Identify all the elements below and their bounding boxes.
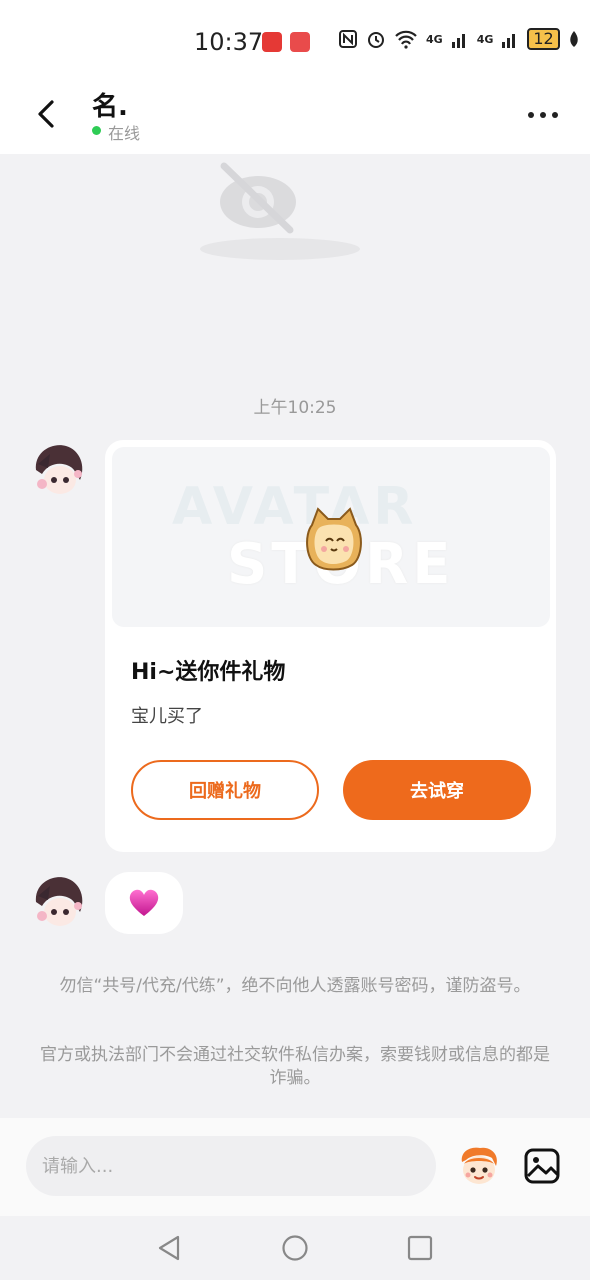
signal-1-label: 4G <box>426 32 443 46</box>
gift-banner: AVATAR STORE <box>112 447 550 627</box>
nfc-icon <box>339 30 357 48</box>
shop-app-icon <box>290 32 310 52</box>
gift-card-description: 宝儿买了 <box>131 706 203 727</box>
avatar-image <box>28 872 90 934</box>
video-app-icon <box>262 32 282 52</box>
status-time: 10:37 <box>194 28 264 56</box>
battery-indicator: 12 <box>527 28 560 50</box>
safety-notice: 勿信“共号/代充/代练”，绝不向他人透露账号密码，谨防盗号。 <box>59 976 531 996</box>
nav-home-icon[interactable] <box>281 1234 309 1262</box>
alarm-icon <box>368 32 384 48</box>
image-icon[interactable] <box>524 1148 560 1184</box>
signal-1-icon <box>451 34 465 48</box>
try-on-button[interactable]: 去试穿 <box>343 760 531 820</box>
online-status-text: 在线 <box>108 124 141 143</box>
cat-bread-icon <box>306 507 362 571</box>
return-gift-button[interactable]: 回赠礼物 <box>131 760 319 820</box>
contact-name: 名. <box>92 92 128 122</box>
back-arrow-icon[interactable] <box>30 96 62 132</box>
banner-watermark: AVATAR <box>172 477 418 537</box>
wifi-icon <box>395 30 417 49</box>
sender-avatar[interactable] <box>28 440 90 502</box>
safety-notice: 官方或执法部门不会通过社交软件私信办案，索要钱财或信息的都是诈骗。 <box>40 1045 550 1088</box>
eye-shadow <box>200 238 360 260</box>
online-status-dot <box>92 126 101 135</box>
message-timestamp: 上午10:25 <box>253 398 337 418</box>
heart-icon <box>129 889 159 916</box>
message-input[interactable] <box>26 1136 436 1196</box>
more-icon[interactable] <box>528 105 562 125</box>
heart-message-bubble[interactable]: 💗 <box>105 872 183 934</box>
sender-avatar[interactable] <box>28 872 90 934</box>
chat-header <box>0 80 590 154</box>
nav-back-icon[interactable] <box>156 1234 182 1262</box>
avatar-image <box>28 440 90 502</box>
gift-card-title: Hi~送你件礼物 <box>131 660 286 685</box>
nav-recents-icon[interactable] <box>407 1235 433 1261</box>
leaf-icon <box>569 31 578 47</box>
status-icons: 4G 4G 12 <box>338 28 580 50</box>
emoji-icon[interactable] <box>456 1146 502 1188</box>
signal-2-label: 4G <box>476 32 494 46</box>
signal-2-icon <box>502 34 516 48</box>
